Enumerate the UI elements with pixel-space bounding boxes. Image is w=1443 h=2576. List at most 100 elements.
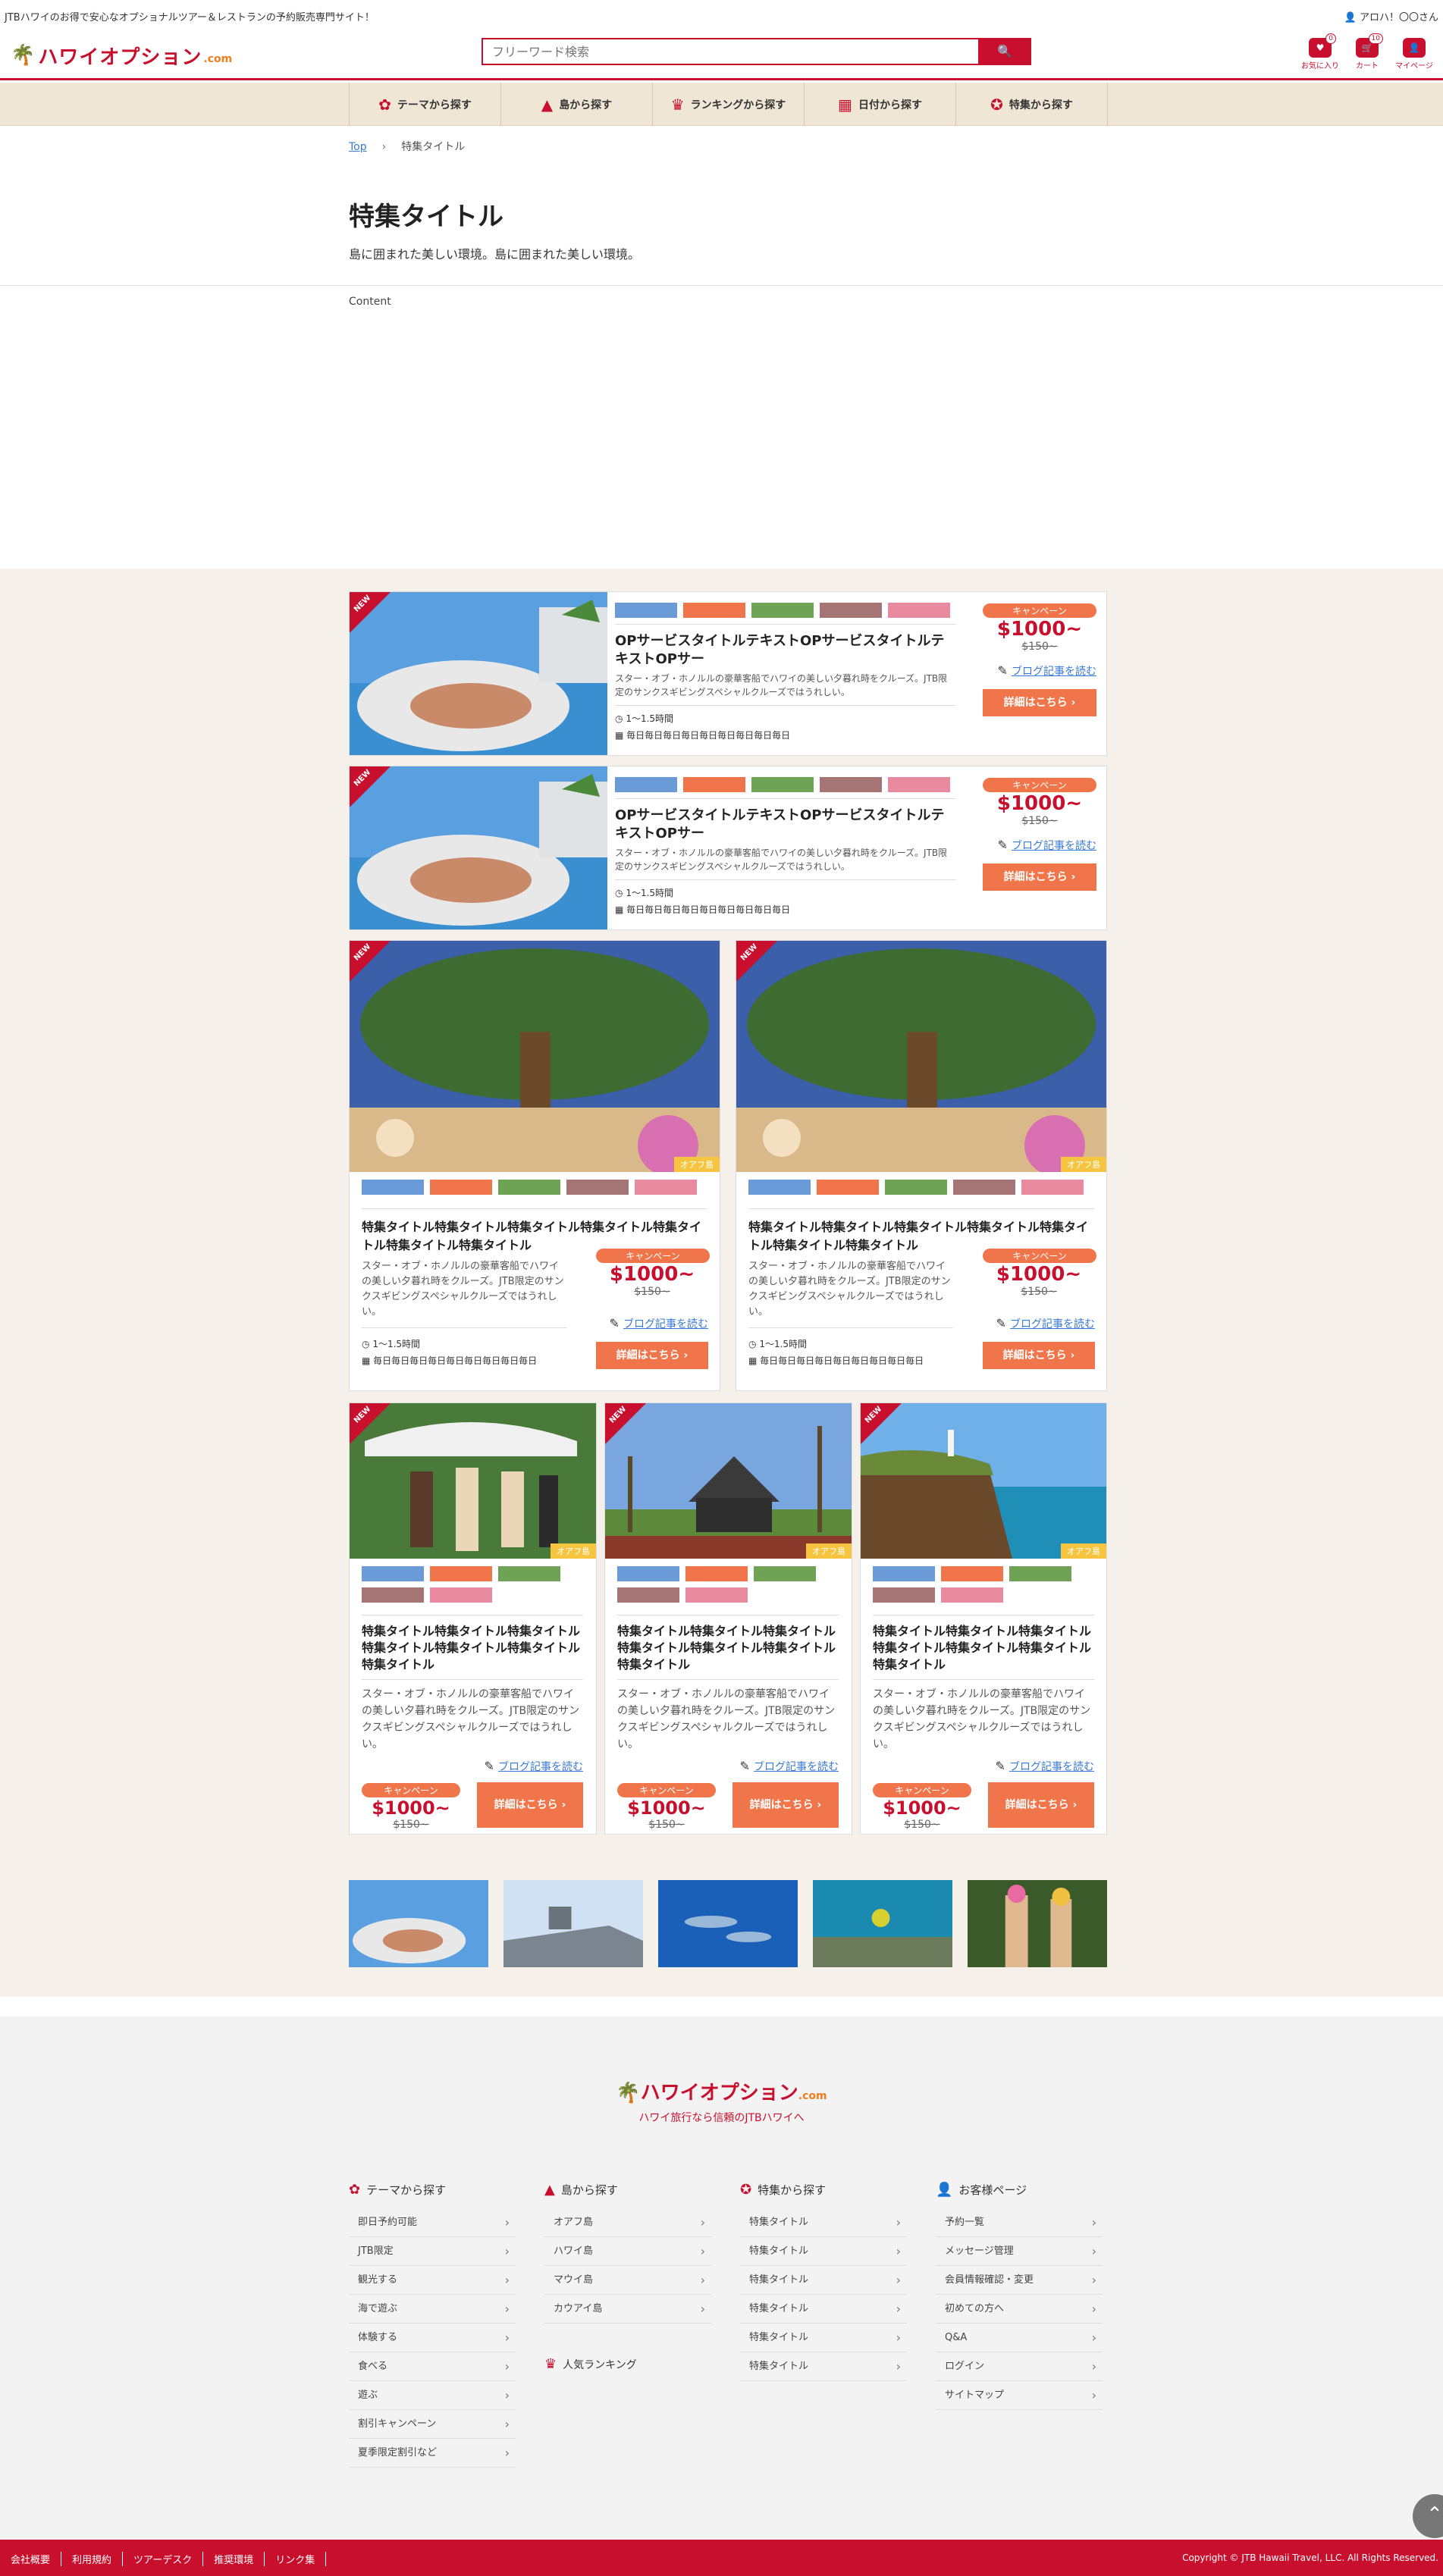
nav-date[interactable]: ▦ 日付から探す (805, 83, 956, 126)
tour-description: スター・オブ・ホノルルの豪華客船でハワイの美しい夕暮れ時をクルーズ。JTB限定の… (617, 1688, 836, 1750)
mypage-button[interactable]: 👤 マイページ (1394, 38, 1434, 71)
pencil-icon: ✎ (996, 1316, 1006, 1330)
pencil-icon: ✎ (739, 1759, 750, 1773)
calendar-icon: ▦ (615, 904, 624, 915)
search-input[interactable] (482, 38, 978, 65)
bottom-bar: 会社概要 利用規約 ツアーデスク 推奨環境 リンク集 Copyright © J… (0, 2540, 1443, 2576)
footer-link[interactable]: 食べる (349, 2352, 516, 2381)
old-price: $150~ (634, 1286, 670, 1298)
site-logo[interactable]: 🌴 ハワイオプション .com (11, 38, 232, 73)
nav-ranking[interactable]: ♛ ランキングから探す (653, 83, 805, 126)
tour-card[interactable]: オアフ島 NEW 特集タイトル特集タイトル特集タイトル特集タイトル特集タイトル特… (349, 1402, 597, 1835)
blog-link[interactable]: ブログ記事を読む (1012, 666, 1096, 678)
category-tags (362, 1566, 583, 1603)
footer-link[interactable]: 割引キャンペーン (349, 2410, 516, 2439)
footer-theme-column: ✿テーマから探す 即日予約可能 JTB限定 観光する 海で遊ぶ 体験する 食べる… (349, 2182, 516, 2468)
footer-link[interactable]: 体験する (349, 2324, 516, 2352)
footer-link[interactable]: 遊ぶ (349, 2381, 516, 2410)
medal-icon: ✪ (990, 95, 1003, 114)
banner-thumbnail[interactable] (658, 1880, 798, 1967)
nav-island[interactable]: ▲ 島から探す (501, 83, 653, 126)
palm-icon: 🌴 (11, 44, 36, 67)
clock-icon: ◷ (748, 1339, 757, 1349)
detail-button[interactable]: 詳細はこちら › (983, 1342, 1095, 1369)
nav-feature[interactable]: ✪ 特集から探す (956, 83, 1108, 126)
footer-link[interactable]: メッセージ管理 (936, 2237, 1103, 2266)
detail-button[interactable]: 詳細はこちら › (983, 863, 1096, 891)
bottom-link[interactable]: ツアーデスク (123, 2552, 204, 2566)
banner-thumbnail[interactable] (813, 1880, 952, 1967)
detail-button[interactable]: 詳細はこちら › (477, 1782, 583, 1828)
detail-button[interactable]: 詳細はこちら › (988, 1782, 1094, 1828)
island-badge: オアフ島 (674, 1157, 720, 1172)
detail-button[interactable]: 詳細はこちら › (732, 1782, 839, 1828)
footer-link[interactable]: 会員情報確認・変更 (936, 2266, 1103, 2295)
search-bar: 🔍 (482, 38, 1031, 65)
footer-link[interactable]: オアフ島 (544, 2208, 711, 2237)
banner-thumbnail[interactable] (968, 1880, 1107, 1967)
footer-link[interactable]: JTB限定 (349, 2237, 516, 2266)
blog-link[interactable]: ブログ記事を読む (1012, 840, 1096, 852)
bottom-link[interactable]: 推奨環境 (203, 2552, 265, 2566)
blog-link[interactable]: ブログ記事を読む (754, 1761, 839, 1773)
campaign-badge: キャンペーン (983, 1249, 1096, 1263)
price: $1000~ (372, 1797, 450, 1819)
footer-link[interactable]: 夏季限定割引など (349, 2439, 516, 2468)
footer-link[interactable]: カウアイ島 (544, 2295, 711, 2324)
footer-link[interactable]: 即日予約可能 (349, 2208, 516, 2237)
breadcrumb-home[interactable]: Top (349, 141, 367, 153)
favorite-button[interactable]: ♥ 0 お気に入り (1300, 33, 1340, 71)
tour-card[interactable]: オアフ島 NEW 特集タイトル特集タイトル特集タイトル特集タイトル特集タイトル特… (604, 1402, 852, 1835)
footer-tagline: ハワイ旅行なら信頼のJTBハワイへ (638, 2112, 805, 2124)
blog-link[interactable]: ブログ記事を読む (1010, 1318, 1095, 1330)
footer-link[interactable]: 海で遊ぶ (349, 2295, 516, 2324)
footer-link[interactable]: ハワイ島 (544, 2237, 711, 2266)
footer-link[interactable]: サイトマップ (936, 2381, 1103, 2410)
footer-link[interactable]: 観光する (349, 2266, 516, 2295)
island-icon: ▲ (541, 95, 554, 114)
theme-icon: ✿ (378, 95, 391, 114)
campaign-badge: キャンペーン (617, 1783, 716, 1797)
nav-theme[interactable]: ✿ テーマから探す (350, 83, 501, 126)
tour-card[interactable]: オアフ島 NEW 特集タイトル特集タイトル特集タイトル特集タイトル特集タイトル特… (860, 1402, 1107, 1835)
price: $1000~ (883, 1797, 961, 1819)
island-badge: オアフ島 (1061, 1157, 1106, 1172)
footer-link[interactable]: 予約一覧 (936, 2208, 1103, 2237)
cart-button[interactable]: 🛒 10 カート (1347, 33, 1387, 71)
price: $1000~ (609, 1263, 695, 1286)
tour-card[interactable]: NEW OPサービスタイトルテキストOPサービスタイトルテキストOPサー スター… (349, 591, 1107, 756)
footer-link[interactable]: 特集タイトル (740, 2352, 907, 2381)
tour-card[interactable]: NEW OPサービスタイトルテキストOPサービスタイトルテキストOPサー スター… (349, 766, 1107, 930)
tour-card[interactable]: オアフ島 NEW 特集タイトル特集タイトル特集タイトル特集タイトル特集タイトル特… (349, 940, 720, 1391)
content-label: Content (349, 296, 391, 308)
footer-link[interactable]: 初めての方へ (936, 2295, 1103, 2324)
blog-link[interactable]: ブログ記事を読む (498, 1761, 583, 1773)
island-icon: ▲ (544, 2182, 555, 2198)
copyright: Copyright © JTB Hawaii Travel, LLC. All … (1182, 2552, 1438, 2563)
pencil-icon: ✎ (609, 1316, 620, 1330)
page-title: 特集タイトル (349, 202, 503, 232)
footer-link[interactable]: ログイン (936, 2352, 1103, 2381)
banner-thumbnail[interactable] (503, 1880, 643, 1967)
bottom-link[interactable]: リンク集 (265, 2552, 327, 2566)
banner-thumbnail[interactable] (349, 1880, 488, 1967)
footer-logo[interactable]: 🌴ハワイオプション.com ハワイ旅行なら信頼のJTBハワイへ (0, 2077, 1443, 2125)
detail-button[interactable]: 詳細はこちら › (983, 689, 1096, 716)
bottom-link[interactable]: 利用規約 (61, 2552, 124, 2566)
footer-link[interactable]: 特集タイトル (740, 2237, 907, 2266)
footer-link[interactable]: 特集タイトル (740, 2208, 907, 2237)
tour-card[interactable]: オアフ島 NEW 特集タイトル特集タイトル特集タイトル特集タイトル特集タイトル特… (736, 940, 1107, 1391)
footer-link[interactable]: 特集タイトル (740, 2266, 907, 2295)
blog-link[interactable]: ブログ記事を読む (623, 1318, 708, 1330)
footer-link[interactable]: 特集タイトル (740, 2324, 907, 2352)
user-greeting[interactable]: 👤 アロハ！〇〇さん (1344, 9, 1438, 24)
footer-link[interactable]: Q&A (936, 2324, 1103, 2352)
campaign-badge: キャンペーン (873, 1783, 971, 1797)
ranking-link[interactable]: ♛ 人気ランキング (544, 2356, 637, 2372)
blog-link[interactable]: ブログ記事を読む (1009, 1761, 1094, 1773)
footer-link[interactable]: マウイ島 (544, 2266, 711, 2295)
bottom-link[interactable]: 会社概要 (5, 2552, 62, 2566)
footer-link[interactable]: 特集タイトル (740, 2295, 907, 2324)
search-button[interactable]: 🔍 (978, 38, 1031, 65)
detail-button[interactable]: 詳細はこちら › (596, 1342, 708, 1369)
